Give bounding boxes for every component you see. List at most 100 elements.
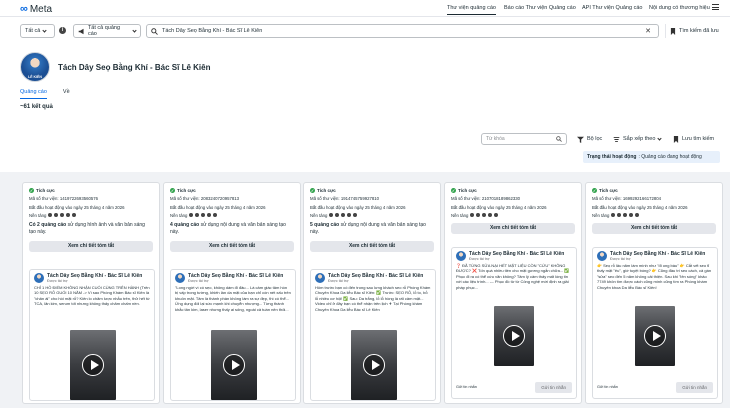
check-icon: ✓	[451, 188, 456, 193]
brand-name: Meta	[29, 3, 53, 15]
menu-icon[interactable]	[712, 4, 719, 10]
play-icon[interactable]	[644, 325, 666, 347]
avatar[interactable]: LÊ KIÊN	[20, 52, 50, 82]
ad-category-value: Tất cả quảng cáo	[87, 25, 121, 37]
tab-about[interactable]: Về	[63, 89, 70, 99]
video-thumbnail[interactable]	[211, 330, 257, 400]
platforms: Nền tảng	[170, 213, 294, 218]
active-status: ✓ Tích cực	[29, 188, 159, 193]
library-id: Mã số thư viện: 1419722693560576	[29, 196, 99, 201]
active-status: ✓ Tích cực	[592, 188, 722, 193]
meta-logo[interactable]: ∞ Meta	[20, 3, 52, 15]
ad-description: 5 quảng cáo sử dụng nội dung và văn bản …	[310, 222, 434, 236]
facebook-icon	[329, 213, 334, 218]
ad-preview[interactable]: Tách Dây Seọ Bằng Khí - Bác Sĩ Lê Kiên Đư…	[29, 269, 155, 401]
search-icon	[556, 136, 562, 142]
send-message-button[interactable]: Gửi tin nhắn	[676, 381, 713, 393]
ad-count: Có 2 quảng cáo	[29, 221, 67, 228]
page-tabs: Quảng cáo Về	[20, 89, 70, 99]
page-header: LÊ KIÊN Tách Dây Seọ Bằng Khí - Bác Sĩ L…	[20, 52, 210, 82]
video-thumbnail[interactable]	[351, 330, 397, 400]
country-select[interactable]: Tất cả	[20, 24, 55, 38]
ad-category-select[interactable]: Tất cả quảng cáo	[73, 24, 141, 38]
audience-network-icon	[207, 213, 212, 218]
play-icon[interactable]	[223, 354, 245, 376]
nav-ad-library[interactable]: Thư viện quảng cáo	[447, 5, 496, 15]
filter-row: Tất cả i Tất cả quảng cáo Tách Dây Seọ B…	[0, 24, 730, 40]
keyword-search-input[interactable]: Từ khóa	[481, 133, 567, 145]
active-status: ✓ Tích cực	[451, 188, 581, 193]
library-id: Mã số thư viện: 2083240720957813	[170, 196, 240, 201]
messenger-icon	[623, 213, 628, 218]
video-thumbnail[interactable]	[635, 306, 675, 366]
platforms-label: Nền tảng	[170, 212, 188, 218]
check-icon: ✓	[592, 188, 597, 193]
ad-preview[interactable]: Tách Dây Seọ Bằng Khí - Bác Sĩ Lê Kiên Đư…	[170, 269, 296, 401]
nav-ad-library-api[interactable]: API Thư viện Quảng cáo	[582, 5, 642, 11]
see-summary-button[interactable]: Xem chi tiết tóm tắt	[170, 240, 294, 252]
ad-card: ✓ Tích cực Mã số thư viện: 16992921661728…	[585, 182, 723, 404]
tab-ads[interactable]: Quảng cáo	[20, 89, 47, 99]
saved-searches-button[interactable]: Tìm kiếm đã lưu	[665, 24, 719, 38]
start-date: Bắt đầu hoạt động vào ngày 25 tháng 4 nă…	[170, 204, 266, 210]
video-thumbnail[interactable]	[494, 306, 534, 366]
chevron-down-icon	[657, 135, 663, 141]
platforms: Nền tảng	[310, 213, 434, 218]
platforms: Nền tảng	[592, 213, 716, 218]
status-text: Tích cực	[599, 188, 618, 193]
ad-count: 5 quảng cáo	[310, 221, 340, 228]
active-status: ✓ Tích cực	[310, 188, 440, 193]
top-bar: ∞ Meta Thư viện quảng cáo Báo cáo Thư việ…	[0, 0, 730, 17]
status-text: Tích cực	[177, 188, 196, 193]
play-icon[interactable]	[363, 354, 385, 376]
sponsored-label: Được tài trợ	[328, 279, 349, 283]
info-icon[interactable]: i	[59, 27, 66, 34]
active-status: ✓ Tích cực	[170, 188, 300, 193]
megaphone-icon	[78, 28, 84, 34]
sort-icon	[613, 136, 620, 142]
platforms-label: Nền tảng	[451, 212, 469, 218]
start-date: Bắt đầu hoạt động vào ngày 25 tháng 4 nă…	[310, 204, 406, 210]
bookmark-icon	[670, 27, 676, 35]
filter-button[interactable]: Bộ lọc	[577, 133, 602, 145]
video-thumbnail[interactable]	[70, 330, 116, 400]
bookmark-icon	[673, 135, 679, 143]
cta-text: Gửi tin nhắn	[597, 385, 618, 389]
see-summary-button[interactable]: Xem chi tiết tóm tắt	[310, 240, 434, 252]
search-icon	[151, 27, 158, 35]
see-summary-button[interactable]: Xem chi tiết tóm tắt	[29, 240, 153, 252]
see-summary-button[interactable]: Xem chi tiết tóm tắt	[451, 222, 575, 234]
avatar	[175, 273, 185, 283]
avatar	[315, 273, 325, 283]
country-value: Tất cả	[25, 28, 41, 34]
ad-body-text: CHỈ 1 HỒ ĐIỂM KHÔNG NHẬN CUỐI CÙNG TRÊN …	[34, 285, 150, 307]
ad-preview[interactable]: Tách Dây Seọ Bằng Khí - Bác Sĩ Lê Kiên Đư…	[310, 269, 436, 401]
nav-branded-content[interactable]: Nội dung có thương hiệu	[649, 5, 710, 11]
play-icon[interactable]	[82, 354, 104, 376]
chevron-down-icon	[42, 27, 47, 33]
nav-ad-library-report[interactable]: Báo cáo Thư viện Quảng cáo	[504, 5, 576, 11]
filter-icon	[577, 136, 584, 143]
platforms-label: Nền tảng	[310, 212, 328, 218]
audience-network-icon	[347, 213, 352, 218]
messenger-icon	[60, 213, 65, 218]
search-input[interactable]: Tách Dây Seọ Bằng Khí - Bác Sĩ Lê Kiên ✕	[146, 24, 659, 38]
start-date: Bắt đầu hoạt động vào ngày 25 tháng 4 nă…	[29, 204, 125, 210]
save-search-button[interactable]: Lưu tìm kiếm	[673, 133, 714, 145]
see-summary-button[interactable]: Xem chi tiết tóm tắt	[592, 222, 716, 234]
sponsored-label: Được tài trợ	[47, 279, 68, 283]
ad-description: 4 quảng cáo sử dụng nội dung và văn bản …	[170, 222, 294, 236]
status-text: Tích cực	[36, 188, 55, 193]
active-status-filter[interactable]: Trạng thái hoạt động: Quảng cáo đang hoạ…	[583, 151, 720, 163]
ad-preview[interactable]: Tách Dây Seọ Bằng Khí - Bác Sĩ Lê Kiên Đư…	[592, 247, 718, 399]
instagram-icon	[617, 213, 622, 218]
play-icon[interactable]	[503, 325, 525, 347]
check-icon: ✓	[310, 188, 315, 193]
ad-body-text: ❓ ĐÃ TỪNG SỬA NẠI HẾT MẶT LIỆU CÒN "CỨU"…	[456, 263, 570, 290]
clear-search-icon[interactable]: ✕	[645, 27, 651, 35]
ad-preview[interactable]: Tách Dây Seọ Bằng Khí - Bác Sĩ Lê Kiên Đư…	[451, 247, 577, 399]
send-message-button[interactable]: Gửi tin nhắn	[535, 381, 572, 393]
sort-button[interactable]: Sắp xếp theo	[613, 133, 663, 145]
instagram-icon	[335, 213, 340, 218]
messenger-icon	[482, 213, 487, 218]
